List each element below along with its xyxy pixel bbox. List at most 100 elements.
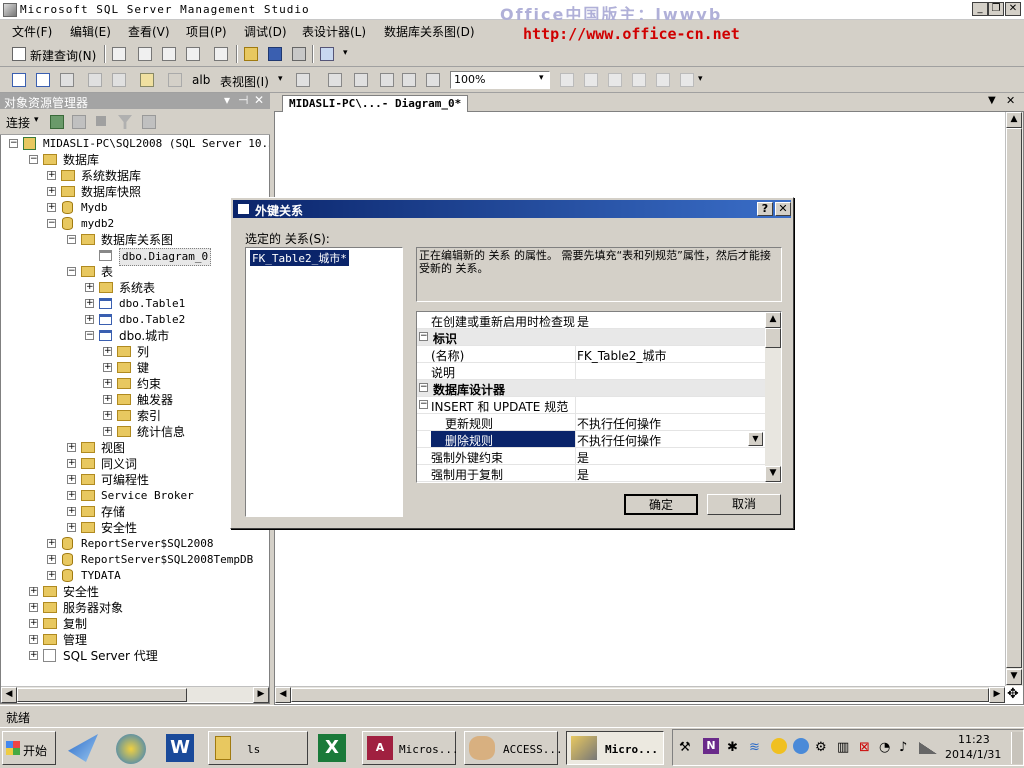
volume-icon[interactable]: ♪	[899, 740, 907, 755]
cancel-button[interactable]: 取消	[707, 494, 781, 515]
sync-icon[interactable]: ≋	[749, 740, 760, 755]
word-icon[interactable]: W	[166, 734, 194, 762]
chevron-down-icon[interactable]: ▾	[278, 74, 283, 84]
menu-debug[interactable]: 调试(D)	[244, 23, 287, 40]
open-file-icon[interactable]	[244, 47, 258, 61]
print-icon[interactable]	[292, 47, 306, 61]
scroll-left-icon[interactable]: ◀	[1, 687, 17, 703]
menu-edit[interactable]: 编辑(E)	[70, 23, 111, 40]
manage-xml-indexes-icon[interactable]	[656, 73, 670, 87]
clock-date[interactable]: 2014/1/31	[945, 748, 1001, 761]
new-relationship-icon[interactable]	[584, 73, 598, 87]
network-tool-icon[interactable]: ⚒	[679, 740, 691, 755]
scroll-thumb[interactable]	[17, 688, 187, 702]
close-tab-icon[interactable]: ✕	[1006, 94, 1015, 107]
taskbar-item-access[interactable]: A Micros...	[362, 731, 459, 765]
scroll-right-icon[interactable]: ▶	[253, 687, 269, 703]
bird-app-icon[interactable]	[68, 734, 98, 762]
tab-diagram0[interactable]: MIDASLI-PC\...- Diagram_0*	[282, 95, 469, 112]
property-grid-scrollbar[interactable]: ▲ ▼	[765, 312, 781, 482]
onenote-icon[interactable]: N	[703, 738, 719, 754]
stop-icon[interactable]	[96, 116, 106, 126]
new-project-icon[interactable]	[214, 47, 228, 61]
security-icon[interactable]: ✱	[727, 740, 738, 755]
browser-icon[interactable]	[116, 734, 146, 764]
excel-icon[interactable]: X	[318, 734, 346, 762]
delete-table-icon[interactable]	[88, 73, 102, 87]
fit-to-window-icon[interactable]	[560, 73, 574, 87]
prop-insert-update[interactable]: − INSERT 和 UPDATE 规范	[417, 397, 765, 414]
doc-scroll-left-icon[interactable]: ◀	[275, 687, 291, 703]
connect-button[interactable]: 连接	[6, 114, 30, 131]
relationships-list[interactable]: FK_Table2_城市*	[245, 247, 403, 517]
prop-update-rule[interactable]: 更新规则 不执行任何操作	[417, 414, 765, 431]
connect-dropdown-icon[interactable]: ▾	[34, 115, 39, 125]
prop-name[interactable]: (名称) FK_Table2_城市	[417, 346, 765, 363]
view-page-breaks-icon[interactable]	[402, 73, 416, 87]
clock-time[interactable]: 11:23	[958, 733, 990, 746]
toolbar-overflow-icon[interactable]: ▾	[343, 48, 348, 58]
ok-button[interactable]: 确定	[624, 494, 698, 515]
time-sync-icon[interactable]: ◔	[879, 740, 890, 755]
scroll-up-icon[interactable]: ▲	[1006, 112, 1022, 128]
document-horizontal-scrollbar[interactable]: ◀ ▶	[275, 686, 1005, 703]
signal-icon[interactable]	[919, 742, 937, 754]
arrange-tables-icon[interactable]	[328, 73, 342, 87]
show-relationship-labels-icon[interactable]	[380, 73, 394, 87]
menu-view[interactable]: 查看(V)	[128, 23, 170, 40]
add-related-tables-icon[interactable]	[60, 73, 74, 87]
settings-icon[interactable]: ⚙	[815, 740, 827, 755]
close-window-button[interactable]: ✕	[1005, 2, 1021, 16]
taskbar-item-folder[interactable]: ls	[208, 731, 308, 765]
save-icon[interactable]	[268, 47, 282, 61]
show-desktop-button[interactable]	[1011, 732, 1023, 764]
prop-description[interactable]: 说明	[417, 363, 765, 380]
disconnect-icon[interactable]	[72, 115, 86, 129]
dmx-query-icon[interactable]	[162, 47, 176, 61]
close-panel-icon[interactable]: ✕	[254, 93, 264, 107]
tab-list-icon[interactable]: ▼	[988, 95, 996, 106]
autohide-icon[interactable]: ⊣	[238, 93, 248, 107]
connect-object-icon[interactable]	[50, 115, 64, 129]
prop-delete-rule[interactable]: 删除规则 不执行任何操作 ▼	[417, 431, 765, 448]
relationship-item[interactable]: FK_Table2_城市*	[250, 250, 349, 266]
activity-monitor-icon[interactable]	[320, 47, 334, 61]
messenger-icon[interactable]	[793, 738, 809, 754]
doc-scroll-right-icon[interactable]: ▶	[989, 687, 1005, 703]
toolbar2-overflow-icon[interactable]: ▾	[698, 74, 703, 84]
refresh-icon[interactable]	[142, 115, 156, 129]
manage-check-constraints-icon[interactable]	[632, 73, 646, 87]
manage-indexes-icon[interactable]	[608, 73, 622, 87]
restore-button[interactable]: ❐	[988, 2, 1004, 16]
mdx-query-icon[interactable]	[138, 47, 152, 61]
prop-enforce-fk[interactable]: 强制外键约束是	[417, 448, 765, 465]
recalculate-page-breaks-icon[interactable]	[426, 73, 440, 87]
v-scroll-thumb[interactable]	[1006, 128, 1022, 668]
menu-file[interactable]: 文件(F)	[12, 23, 52, 40]
grid-scroll-down-icon[interactable]: ▼	[765, 466, 781, 482]
xmla-query-icon[interactable]	[186, 47, 200, 61]
scroll-down-icon[interactable]: ▼	[1006, 669, 1022, 685]
grid-scroll-thumb[interactable]	[765, 328, 781, 348]
h-scroll-thumb[interactable]	[291, 688, 989, 702]
table-view-dropdown[interactable]: 表视图(I)	[220, 73, 269, 90]
usb-icon[interactable]: ▥	[837, 740, 849, 755]
remove-from-diagram-icon[interactable]	[112, 73, 126, 87]
minimize-button[interactable]: _	[972, 2, 988, 16]
add-table-icon[interactable]	[36, 73, 50, 87]
help-button[interactable]: ?	[757, 202, 773, 216]
autosize-tables-icon[interactable]	[354, 73, 368, 87]
close-dialog-button[interactable]: ✕	[775, 202, 791, 216]
set-primary-key-icon[interactable]	[168, 73, 182, 87]
tree-horizontal-scrollbar[interactable]: ◀ ▶	[1, 686, 269, 703]
taskbar-item-access-2[interactable]: ACCESS...	[464, 731, 563, 765]
prop-category-identity[interactable]: − 标识	[417, 329, 765, 346]
menu-project[interactable]: 项目(P)	[186, 23, 227, 40]
start-button[interactable]: 开始	[2, 731, 56, 765]
qq-icon[interactable]	[771, 738, 787, 754]
prop-category-designer[interactable]: − 数据库设计器	[417, 380, 765, 397]
new-table-icon[interactable]	[12, 73, 26, 87]
menu-diagram[interactable]: 数据库关系图(D)	[384, 23, 475, 40]
taskbar-item-ssms[interactable]: Micro...	[566, 731, 664, 765]
prop-check-existing[interactable]: 在创建或重新启用时检查现有是	[417, 312, 765, 329]
